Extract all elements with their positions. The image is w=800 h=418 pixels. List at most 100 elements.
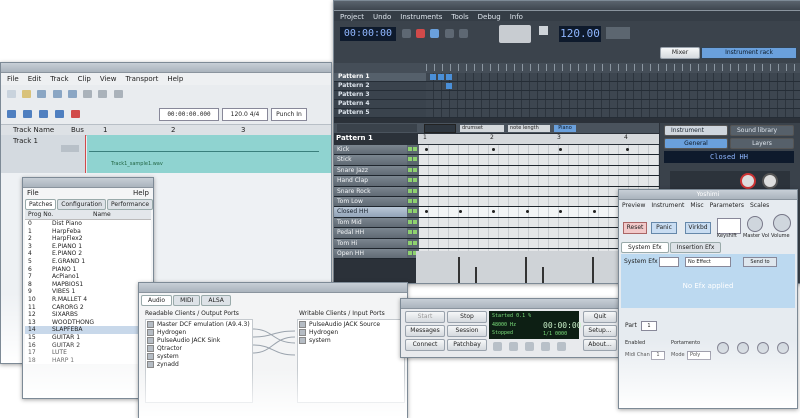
list-item[interactable]: 4 E.PIANO 2 (25, 250, 151, 258)
volume-knob[interactable] (773, 214, 791, 232)
tab-instrument[interactable]: Instrument (664, 125, 728, 136)
tab-insertion-efx[interactable]: Insertion Efx (669, 242, 722, 253)
menu-help[interactable]: Help (133, 189, 149, 197)
paste-icon[interactable] (113, 90, 123, 98)
audio-clip[interactable]: Track1_sample1.wav (87, 135, 331, 173)
mode-select[interactable]: Poly (687, 351, 711, 360)
list-item[interactable]: 16 GUITAR 2 (25, 342, 151, 350)
pattern-row[interactable]: Pattern 1 (334, 73, 800, 82)
pattern-row[interactable]: Pattern 3 (334, 91, 800, 100)
mode-switch[interactable] (499, 25, 531, 43)
tab-midi[interactable]: MIDI (173, 295, 201, 306)
mode-select[interactable]: Punch In (271, 107, 307, 121)
list-item[interactable]: 7 AcPiano1 (25, 273, 151, 281)
portamento-checkbox[interactable]: Portamento (671, 340, 700, 346)
redo-icon[interactable] (67, 90, 77, 98)
open-icon[interactable] (22, 90, 32, 98)
client-item[interactable]: Hydrogen (299, 329, 403, 337)
knob-icon[interactable] (762, 173, 778, 189)
client-item[interactable]: Qtractor (147, 345, 251, 353)
connect-button[interactable]: Connect (405, 339, 445, 351)
menu-help[interactable]: Help (167, 75, 183, 83)
instrument-row[interactable]: Hand Clap (334, 176, 659, 187)
bpm-spin[interactable] (606, 27, 630, 39)
list-item[interactable]: 2 HarpFlex2 (25, 235, 151, 243)
menu-project[interactable]: Project (340, 13, 364, 21)
time-field[interactable]: 00:00:00.000 (159, 107, 219, 121)
forward-icon[interactable] (55, 110, 64, 118)
list-item[interactable]: 11 CARORG 2 (25, 304, 151, 312)
instrument-row[interactable]: Pedal HH (334, 228, 659, 239)
keyshift-spin[interactable] (717, 218, 741, 234)
list-item[interactable]: 12 SIXARBS (25, 311, 151, 319)
metronome-icon[interactable] (539, 26, 548, 35)
virkbd-button[interactable]: Virkbd (685, 222, 711, 234)
instrument-row-selected[interactable]: Closed HH (334, 207, 659, 218)
bpm-display[interactable]: 120.00 (559, 26, 601, 42)
list-item[interactable]: 13 WOODTHONG (25, 319, 151, 327)
efx-type-select[interactable]: No Effect (685, 257, 731, 267)
list-item[interactable]: 10 R.MALLET 4 (25, 296, 151, 304)
menu-scales[interactable]: Scales (750, 202, 769, 209)
rewind-icon[interactable] (402, 29, 411, 38)
instrument-row[interactable]: Stick (334, 155, 659, 166)
tab-sound-library[interactable]: Sound library (730, 125, 794, 136)
resolution-select[interactable] (424, 123, 456, 133)
pattern-selector[interactable] (337, 124, 417, 132)
client-item[interactable]: Hydrogen (147, 329, 251, 337)
stop-icon[interactable] (444, 29, 454, 38)
pause-icon[interactable] (541, 342, 550, 351)
mixer-button[interactable]: Mixer (660, 47, 700, 59)
messages-button[interactable]: Messages (405, 325, 445, 337)
list-item[interactable]: 8 MAPBIOS1 (25, 281, 151, 289)
part-number[interactable]: 1 (641, 321, 657, 331)
tab-performance[interactable]: Performance (107, 199, 153, 210)
track-1-header[interactable]: Track 1 (1, 135, 85, 173)
menu-clip[interactable]: Clip (78, 75, 91, 83)
tab-system-efx[interactable]: System Efx (621, 242, 669, 253)
client-item[interactable]: PulseAudio JACK Source (299, 321, 403, 329)
instrument-row[interactable]: Kick (334, 145, 659, 156)
menu-parameters[interactable]: Parameters (710, 202, 744, 209)
tempo-field[interactable]: 120.0 4/4 (222, 107, 268, 121)
knob-icon[interactable] (757, 342, 769, 354)
list-item[interactable]: 18 HARP 1 (25, 357, 151, 365)
play-icon[interactable] (39, 110, 48, 118)
client-item[interactable]: system (147, 353, 251, 361)
client-item[interactable]: zynadd (147, 361, 251, 369)
backward-icon[interactable] (23, 110, 32, 118)
record-icon[interactable] (416, 29, 426, 38)
list-item[interactable]: 0 Dist Piano (25, 220, 151, 228)
panic-button[interactable]: Panic (651, 222, 677, 234)
list-item[interactable]: 3 E.PIANO 1 (25, 243, 151, 251)
master-volume-knob[interactable] (747, 216, 763, 232)
rewind-icon[interactable] (7, 110, 16, 118)
cut-icon[interactable] (83, 90, 93, 98)
drumset-select[interactable]: drumset (460, 124, 504, 132)
menu-transport[interactable]: Transport (125, 75, 158, 83)
client-item[interactable]: system (299, 337, 403, 345)
list-item[interactable]: 9 VIBES 1 (25, 288, 151, 296)
setup-button[interactable]: Setup... (583, 325, 617, 337)
tab-general[interactable]: General (664, 138, 728, 149)
loop-icon[interactable] (458, 29, 468, 38)
knob-icon[interactable] (740, 173, 756, 189)
list-item[interactable]: 5 E.GRAND 1 (25, 258, 151, 266)
list-item[interactable]: 14 SLAPFEBA (25, 326, 151, 334)
tab-layers[interactable]: Layers (730, 138, 794, 149)
adsr-knobs[interactable] (670, 171, 790, 189)
knob-icon[interactable] (777, 342, 789, 354)
list-item[interactable]: 15 GUITAR 1 (25, 334, 151, 342)
menu-view[interactable]: View (100, 75, 117, 83)
list-item[interactable]: 6 PIANO 1 (25, 266, 151, 274)
list-item[interactable]: 17 LUTE (25, 349, 151, 357)
forward-icon[interactable] (557, 342, 566, 351)
tab-configuration[interactable]: Configuration (57, 199, 106, 210)
midi-channel-spin[interactable]: 1 (651, 351, 665, 360)
menu-instruments[interactable]: Instruments (400, 13, 442, 21)
reset-button[interactable]: Reset (623, 222, 647, 234)
list-item[interactable]: 1 HarpFeba (25, 228, 151, 236)
instrument-row[interactable]: Tom Low (334, 196, 659, 208)
knob-icon[interactable] (717, 342, 729, 354)
enabled-checkbox[interactable]: Enabled (625, 340, 645, 346)
